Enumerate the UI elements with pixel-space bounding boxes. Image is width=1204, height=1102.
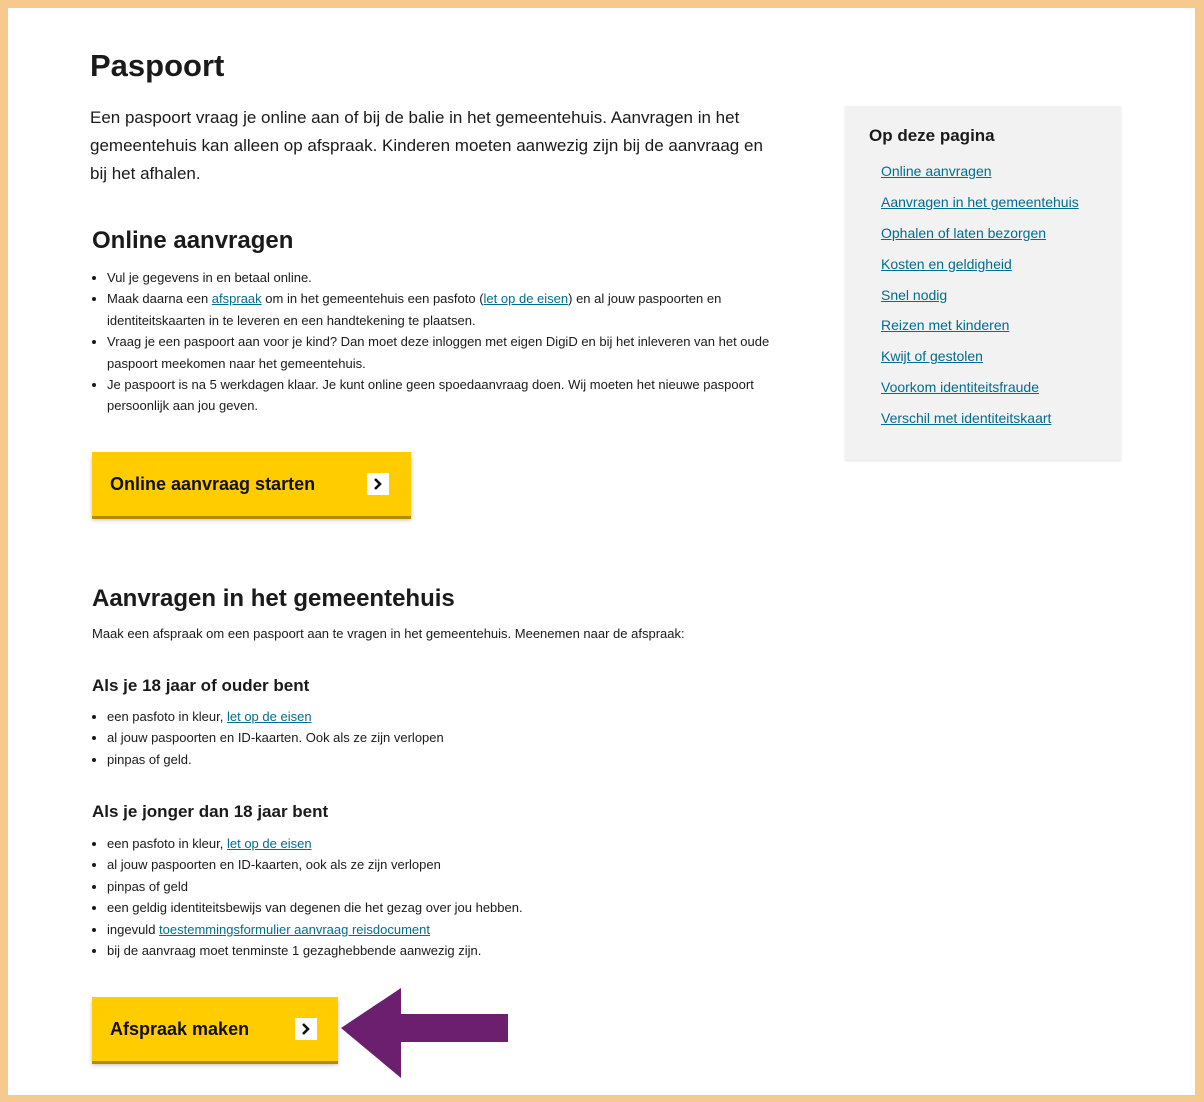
toc-link-ophalen-bezorgen[interactable]: Ophalen of laten bezorgen bbox=[881, 225, 1046, 241]
list-item: al jouw paspoorten en ID-kaarten, ook al… bbox=[107, 854, 787, 875]
online-steps-list: Vul je gegevens in en betaal online. Maa… bbox=[92, 267, 787, 417]
list-item: al jouw paspoorten en ID-kaarten. Ook al… bbox=[107, 727, 787, 748]
list-item-text: bij de aanvraag moet tenminste 1 gezaghe… bbox=[107, 943, 482, 959]
photo-requirements-link[interactable]: let op de eisen bbox=[227, 836, 312, 851]
list-item: een pasfoto in kleur, let op de eisen bbox=[107, 833, 787, 854]
toc-link-kwijt-gestolen[interactable]: Kwijt of gestolen bbox=[881, 348, 983, 364]
list-item-text: een pasfoto in kleur, bbox=[107, 836, 227, 851]
list-item-text: Vul je gegevens in en betaal online. bbox=[107, 270, 312, 285]
adult-requirements-list: een pasfoto in kleur, let op de eisen al… bbox=[92, 706, 787, 770]
list-item: een geldig identiteitsbewijs van degenen… bbox=[107, 897, 787, 918]
list-item-text: Maak daarna een bbox=[107, 291, 212, 307]
online-aanvraag-starten-button[interactable]: Online aanvraag starten bbox=[92, 452, 411, 516]
toc-list: Online aanvragen Aanvragen in het gemeen… bbox=[881, 163, 1079, 441]
page-intro: Een paspoort vraag je online aan of bij … bbox=[90, 108, 763, 183]
list-item: bij de aanvraag moet tenminste 1 gezaghe… bbox=[107, 940, 787, 961]
heading-18-plus: Als je 18 jaar of ouder bent bbox=[92, 676, 310, 695]
toc-panel: Op deze pagina Online aanvragen Aanvrage… bbox=[845, 106, 1121, 460]
toc-title: Op deze pagina bbox=[869, 126, 995, 145]
minor-requirements-list: een pasfoto in kleur, let op de eisen al… bbox=[92, 833, 787, 961]
heading-under-18: Als je jonger dan 18 jaar bent bbox=[92, 802, 329, 821]
list-item-text: om in het gemeentehuis een pasfoto ( bbox=[261, 291, 484, 307]
list-item-text: Vraag je een paspoort aan voor je kind? … bbox=[107, 334, 770, 371]
toc-link-verschil-identiteitskaart[interactable]: Verschil met identiteitskaart bbox=[881, 410, 1051, 426]
list-item-text: al jouw paspoorten en ID-kaarten. Ook al… bbox=[107, 730, 444, 746]
button-label: Afspraak maken bbox=[110, 1018, 250, 1039]
list-item-text: al jouw paspoorten en ID-kaarten, ook al… bbox=[107, 857, 441, 873]
photo-requirements-link[interactable]: let op de eisen bbox=[227, 709, 312, 724]
toestemmingsformulier-link[interactable]: toestemmingsformulier aanvraag reisdocum… bbox=[159, 922, 430, 937]
list-item: Vul je gegevens in en betaal online. bbox=[107, 267, 787, 288]
list-item: Vraag je een paspoort aan voor je kind? … bbox=[107, 331, 787, 374]
photo-requirements-link[interactable]: let op de eisen bbox=[484, 291, 569, 306]
list-item-text: een geldig identiteitsbewijs van degenen… bbox=[107, 900, 523, 916]
list-item: ingevuld toestemmingsformulier aanvraag … bbox=[107, 919, 787, 940]
toc-link-identiteitsfraude[interactable]: Voorkom identiteitsfraude bbox=[881, 379, 1039, 395]
list-item: pinpas of geld bbox=[107, 876, 787, 897]
heading-aanvragen-gemeentehuis: Aanvragen in het gemeentehuis bbox=[92, 585, 455, 612]
chevron-right-icon bbox=[367, 473, 389, 495]
list-item: pinpas of geld. bbox=[107, 749, 787, 770]
arrow-left-icon bbox=[341, 988, 508, 1078]
toc-link-online-aanvragen[interactable]: Online aanvragen bbox=[881, 163, 992, 179]
page-title: Paspoort bbox=[90, 48, 225, 83]
chevron-right-icon bbox=[295, 1018, 317, 1040]
gemeentehuis-intro: Maak een afspraak om een paspoort aan te… bbox=[92, 626, 685, 641]
list-item-text: Je paspoort is na 5 werkdagen klaar. Je … bbox=[107, 377, 754, 414]
toc-link-reizen-kinderen[interactable]: Reizen met kinderen bbox=[881, 317, 1009, 333]
list-item: een pasfoto in kleur, let op de eisen bbox=[107, 706, 787, 727]
list-item-text: ingevuld bbox=[107, 921, 160, 937]
list-item-text: een pasfoto in kleur, bbox=[107, 709, 227, 724]
list-item: Maak daarna een afspraak om in het gemee… bbox=[107, 288, 787, 331]
toc-link-aanvragen-gemeentehuis[interactable]: Aanvragen in het gemeentehuis bbox=[881, 194, 1079, 210]
page-frame: Paspoort Een paspoort vraag je online aa… bbox=[8, 8, 1195, 1095]
list-item-text: pinpas of geld bbox=[107, 878, 188, 894]
list-item-text: pinpas of geld. bbox=[107, 751, 192, 767]
button-label: Online aanvraag starten bbox=[110, 473, 316, 494]
list-item: Je paspoort is na 5 werkdagen klaar. Je … bbox=[107, 374, 787, 417]
afspraak-link[interactable]: afspraak bbox=[212, 291, 262, 306]
toc-link-kosten-geldigheid[interactable]: Kosten en geldigheid bbox=[881, 256, 1012, 272]
toc-link-snel-nodig[interactable]: Snel nodig bbox=[881, 287, 947, 303]
afspraak-maken-button[interactable]: Afspraak maken bbox=[92, 997, 338, 1061]
heading-online-aanvragen: Online aanvragen bbox=[92, 227, 294, 254]
